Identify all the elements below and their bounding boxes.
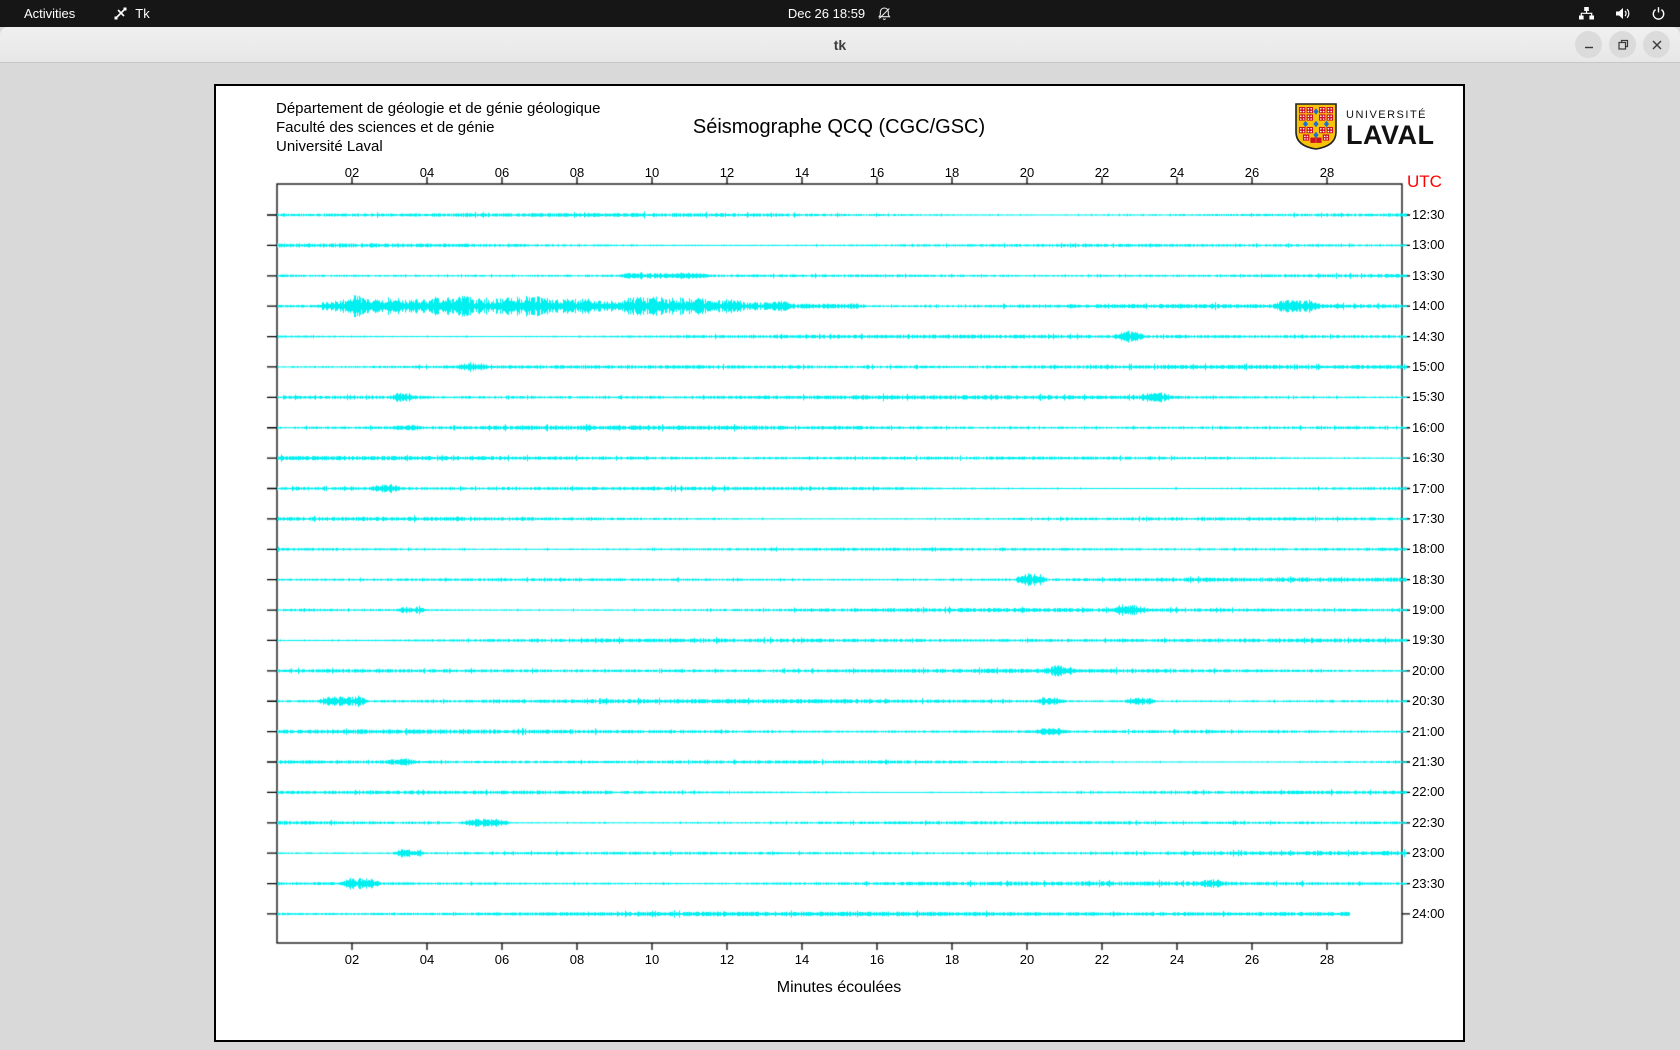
- utc-row-label: 21:30: [1412, 754, 1445, 770]
- clock-label: Dec 26 18:59: [787, 6, 866, 21]
- plot-title: Séismographe QCQ (CGC/GSC): [692, 116, 986, 138]
- utc-row-label: 19:00: [1412, 602, 1445, 618]
- maximize-button[interactable]: [1609, 31, 1636, 58]
- x-tick-label-bottom: 08: [569, 952, 585, 967]
- close-button[interactable]: [1643, 31, 1670, 58]
- x-tick-label-bottom: 12: [719, 952, 735, 967]
- utc-row-label: 14:00: [1412, 298, 1445, 314]
- x-tick-label-bottom: 10: [644, 952, 660, 967]
- x-tick-label-top: 14: [794, 165, 810, 180]
- utc-row-label: 13:00: [1412, 237, 1445, 253]
- x-tick-label-top: 18: [944, 165, 960, 180]
- universite-laval-logo: UNIVERSITÉ LAVAL: [1294, 102, 1434, 156]
- x-tick-label-top: 10: [644, 165, 660, 180]
- x-tick-label-top: 16: [869, 165, 885, 180]
- utc-row-label: 24:00: [1412, 905, 1445, 921]
- helicorder-canvas: [216, 86, 1463, 1040]
- institution-line-3: Université Laval: [276, 138, 383, 155]
- system-tray[interactable]: [1578, 0, 1666, 27]
- clock-menu[interactable]: Dec 26 18:59: [788, 0, 892, 27]
- x-tick-label-bottom: 14: [794, 952, 810, 967]
- x-tick-label-top: 26: [1244, 165, 1260, 180]
- x-tick-label-top: 22: [1094, 165, 1110, 180]
- notifications-muted-icon: [877, 6, 892, 21]
- utc-row-label: 18:30: [1412, 571, 1445, 587]
- utc-row-label: 22:00: [1412, 784, 1445, 800]
- laval-shield-icon: [1294, 102, 1338, 156]
- utc-row-label: 23:30: [1412, 875, 1445, 891]
- x-tick-label-top: 06: [494, 165, 510, 180]
- volume-icon: [1615, 6, 1631, 21]
- utc-row-label: 17:00: [1412, 480, 1445, 496]
- utc-row-label: 13:30: [1412, 267, 1445, 283]
- x-tick-label-top: 12: [719, 165, 735, 180]
- window-titlebar[interactable]: tk: [0, 27, 1680, 63]
- network-icon: [1578, 6, 1595, 21]
- utc-row-label: 16:00: [1412, 419, 1445, 435]
- utc-row-label: 16:30: [1412, 450, 1445, 466]
- seismograph-panel: Département de géologie et de génie géol…: [214, 84, 1465, 1042]
- power-icon: [1651, 6, 1666, 21]
- x-tick-label-bottom: 22: [1094, 952, 1110, 967]
- institution-header: Département de géologie et de génie géol…: [276, 99, 600, 156]
- x-tick-label-top: 24: [1169, 165, 1185, 180]
- institution-line-1: Département de géologie et de génie géol…: [276, 100, 601, 117]
- x-axis-label: Minutes écoulées: [776, 979, 902, 996]
- utc-row-label: 21:00: [1412, 723, 1445, 739]
- utc-row-label: 18:00: [1412, 541, 1445, 557]
- x-tick-label-bottom: 26: [1244, 952, 1260, 967]
- x-tick-label-bottom: 02: [344, 952, 360, 967]
- minimize-button[interactable]: [1575, 31, 1602, 58]
- activities-button[interactable]: Activities: [0, 0, 99, 27]
- x-tick-label-top: 02: [344, 165, 360, 180]
- app-menu[interactable]: Tk: [99, 0, 163, 27]
- x-tick-label-top: 08: [569, 165, 585, 180]
- x-tick-label-bottom: 20: [1019, 952, 1035, 967]
- app-menu-label: Tk: [135, 6, 150, 21]
- utc-row-label: 12:30: [1412, 207, 1445, 222]
- utc-row-label: 14:30: [1412, 328, 1445, 344]
- institution-line-2: Faculté des sciences et de génie: [276, 119, 495, 136]
- window-title: tk: [833, 36, 847, 53]
- x-tick-label-bottom: 16: [869, 952, 885, 967]
- laval-logo-text-top: UNIVERSITÉ: [1346, 108, 1428, 121]
- utc-row-label: 20:00: [1412, 662, 1445, 678]
- x-tick-label-bottom: 04: [419, 952, 435, 967]
- desktop-top-bar: Activities Tk Dec 26 18:59: [0, 0, 1680, 27]
- utc-row-label: 17:30: [1412, 510, 1445, 526]
- utc-axis-label: UTC: [1407, 172, 1442, 191]
- x-tick-label-bottom: 06: [494, 952, 510, 967]
- utc-row-label: 23:00: [1412, 845, 1445, 861]
- utc-row-label: 20:30: [1412, 693, 1445, 709]
- tk-icon: [113, 6, 128, 21]
- x-tick-label-top: 20: [1019, 165, 1035, 180]
- x-tick-label-top: 04: [419, 165, 435, 180]
- utc-row-label: 15:00: [1412, 358, 1445, 374]
- x-tick-label-bottom: 28: [1319, 952, 1335, 967]
- laval-logo-text-bottom: LAVAL: [1346, 119, 1435, 150]
- x-tick-label-top: 28: [1319, 165, 1335, 180]
- utc-row-label: 19:30: [1412, 632, 1445, 648]
- utc-row-label: 22:30: [1412, 814, 1445, 830]
- x-tick-label-bottom: 18: [944, 952, 960, 967]
- utc-row-label: 15:30: [1412, 389, 1445, 405]
- x-tick-label-bottom: 24: [1169, 952, 1185, 967]
- laval-logo-text: UNIVERSITÉ LAVAL: [1346, 108, 1435, 150]
- activities-label: Activities: [24, 6, 76, 21]
